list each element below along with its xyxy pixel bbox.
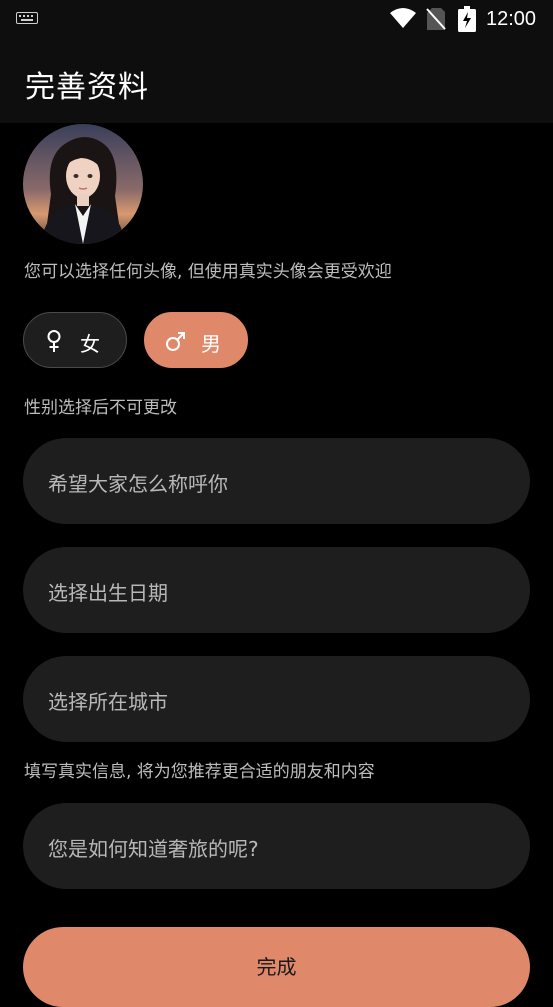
- avatar-hint: 您可以选择任何头像, 但使用真实头像会更受欢迎: [24, 262, 392, 282]
- info-hint: 填写真实信息, 将为您推荐更合适的朋友和内容: [24, 762, 375, 782]
- avatar-image: [23, 124, 143, 244]
- birthday-placeholder: 选择出生日期: [48, 581, 168, 605]
- source-placeholder: 您是如何知道奢旅的呢?: [48, 837, 259, 861]
- wifi-icon: [390, 8, 416, 28]
- gender-female-label: 女: [80, 332, 100, 356]
- battery-charging-icon: [458, 6, 476, 32]
- gender-male-button[interactable]: 男: [144, 312, 248, 368]
- gender-hint: 性别选择后不可更改: [24, 398, 177, 418]
- keyboard-icon: [16, 12, 38, 24]
- source-input[interactable]: 您是如何知道奢旅的呢?: [23, 803, 530, 889]
- city-picker[interactable]: 选择所在城市: [23, 656, 530, 742]
- avatar[interactable]: [23, 124, 143, 244]
- nickname-input[interactable]: 希望大家怎么称呼你: [23, 438, 530, 524]
- no-sim-icon: [426, 8, 446, 30]
- status-bar: 12:00: [0, 0, 553, 38]
- gender-female-button[interactable]: 女: [23, 312, 127, 368]
- female-icon: [47, 330, 61, 352]
- city-placeholder: 选择所在城市: [48, 690, 168, 714]
- nickname-placeholder: 希望大家怎么称呼你: [48, 472, 228, 496]
- status-time: 12:00: [486, 8, 537, 30]
- gender-male-label: 男: [201, 332, 221, 356]
- page-title: 完善资料: [25, 70, 149, 105]
- male-icon: [166, 332, 185, 351]
- birthday-picker[interactable]: 选择出生日期: [23, 547, 530, 633]
- finish-label: 完成: [256, 955, 297, 979]
- finish-button[interactable]: 完成: [23, 927, 530, 1007]
- app-bar: 完善资料: [0, 38, 553, 123]
